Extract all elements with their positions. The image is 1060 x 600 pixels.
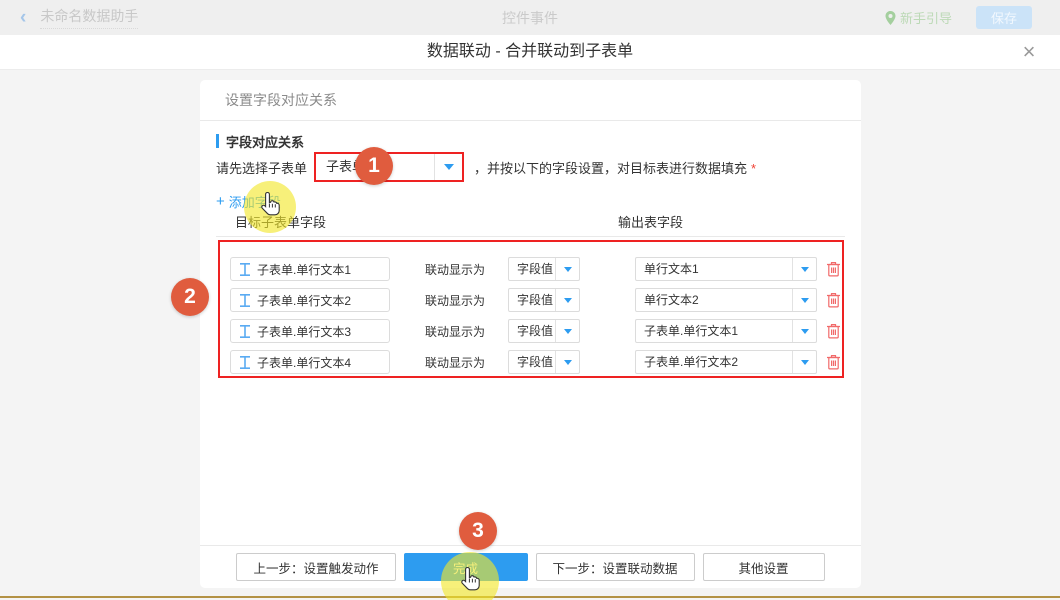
required-asterisk: * — [751, 161, 756, 176]
chevron-down-icon — [792, 351, 816, 373]
add-field-link[interactable]: + 添加字段 — [216, 192, 306, 210]
output-field-select[interactable]: 子表单.单行文本2 — [635, 350, 817, 374]
done-button[interactable]: 完成 — [404, 553, 528, 581]
chevron-down-icon — [555, 351, 579, 373]
chevron-down-icon — [792, 289, 816, 311]
mode-select[interactable]: 字段值 — [508, 319, 580, 343]
output-field-value: 子表单.单行文本2 — [636, 351, 792, 373]
add-field-label: 添加字段 — [229, 192, 281, 211]
relation-label: 联动显示为 — [425, 354, 487, 371]
field-mapping-rows: 子表单.单行文本1 联动显示为 字段值 单行文本1 — [216, 237, 845, 374]
target-field-value: 子表单.单行文本2 — [257, 292, 351, 309]
chevron-down-icon — [555, 258, 579, 280]
field-mapping-row: 子表单.单行文本3 联动显示为 字段值 子表单.单行文本1 — [216, 319, 845, 343]
mode-select[interactable]: 字段值 — [508, 288, 580, 312]
panel-body: 字段对应关系 请先选择子表单 子表单 ，并按以下的字段设置，对目标表进行数据填充… — [200, 121, 861, 545]
guide-link[interactable]: 新手引导 — [885, 8, 952, 27]
mode-select-value: 字段值 — [509, 351, 555, 373]
target-field-value: 子表单.单行文本1 — [257, 261, 351, 278]
trash-icon[interactable] — [826, 323, 841, 339]
save-button[interactable]: 保存 — [976, 6, 1032, 29]
target-field-box[interactable]: 子表单.单行文本4 — [230, 350, 390, 374]
target-field-value: 子表单.单行文本4 — [257, 354, 351, 371]
subform-select-row: 请先选择子表单 子表单 ，并按以下的字段设置，对目标表进行数据填充* — [216, 152, 845, 182]
column-header-target: 目标子表单字段 — [235, 212, 326, 231]
other-settings-button[interactable]: 其他设置 — [703, 553, 825, 581]
text-field-icon — [240, 294, 250, 307]
target-field-value: 子表单.单行文本3 — [257, 323, 351, 340]
output-field-value: 子表单.单行文本1 — [636, 320, 792, 342]
app-title: 未命名数据助手 — [40, 6, 138, 29]
section-title: 字段对应关系 — [216, 133, 845, 149]
mode-select-value: 字段值 — [509, 289, 555, 311]
plus-icon: + — [216, 193, 225, 210]
text-field-icon — [240, 356, 250, 369]
back-chevron-icon[interactable]: ‹ — [20, 8, 26, 27]
section-title-text: 字段对应关系 — [226, 132, 304, 151]
topbar-right: 新手引导 保存 — [885, 6, 1060, 29]
modal-title: 数据联动 - 合并联动到子表单 — [0, 35, 1060, 70]
column-headers: 目标子表单字段 输出表字段 — [216, 212, 845, 237]
chevron-down-icon — [434, 154, 462, 180]
settings-panel: 设置字段对应关系 字段对应关系 请先选择子表单 子表单 ，并按以下的字段设置，对… — [200, 80, 861, 588]
mode-select-value: 字段值 — [509, 320, 555, 342]
output-field-value: 单行文本2 — [636, 289, 792, 311]
relation-label: 联动显示为 — [425, 261, 487, 278]
trash-icon[interactable] — [826, 261, 841, 277]
column-header-output: 输出表字段 — [618, 212, 683, 231]
field-mapping-row: 子表单.单行文本2 联动显示为 字段值 单行文本2 — [216, 288, 845, 312]
target-field-box[interactable]: 子表单.单行文本3 — [230, 319, 390, 343]
output-field-value: 单行文本1 — [636, 258, 792, 280]
field-mapping-row: 子表单.单行文本4 联动显示为 字段值 子表单.单行文本2 — [216, 350, 845, 374]
relation-label: 联动显示为 — [425, 323, 487, 340]
panel-footer: 上一步：设置触发动作 完成 下一步：设置联动数据 其他设置 — [200, 545, 861, 588]
chevron-down-icon — [555, 289, 579, 311]
guide-label: 新手引导 — [900, 8, 952, 27]
modal-header: 数据联动 - 合并联动到子表单 × — [0, 35, 1060, 70]
text-field-icon — [240, 263, 250, 276]
subform-select-label: 请先选择子表单 — [216, 158, 307, 177]
target-field-box[interactable]: 子表单.单行文本2 — [230, 288, 390, 312]
subform-select-hint: ，并按以下的字段设置，对目标表进行数据填充* — [474, 158, 756, 177]
target-field-box[interactable]: 子表单.单行文本1 — [230, 257, 390, 281]
chevron-down-icon — [792, 320, 816, 342]
subform-select-value: 子表单 — [316, 154, 434, 180]
subform-select[interactable]: 子表单 — [314, 152, 464, 182]
panel-header: 设置字段对应关系 — [200, 80, 861, 121]
guide-pin-icon — [885, 11, 896, 25]
prev-step-button[interactable]: 上一步：设置触发动作 — [236, 553, 395, 581]
text-field-icon — [240, 325, 250, 338]
output-field-select[interactable]: 子表单.单行文本1 — [635, 319, 817, 343]
chevron-down-icon — [555, 320, 579, 342]
next-step-button[interactable]: 下一步：设置联动数据 — [536, 553, 695, 581]
relation-label: 联动显示为 — [425, 292, 487, 309]
modal-body: 设置字段对应关系 字段对应关系 请先选择子表单 子表单 ，并按以下的字段设置，对… — [0, 70, 1060, 600]
mode-select[interactable]: 字段值 — [508, 350, 580, 374]
field-mapping-row: 子表单.单行文本1 联动显示为 字段值 单行文本1 — [216, 257, 845, 281]
section-marker — [216, 134, 219, 148]
output-field-select[interactable]: 单行文本2 — [635, 288, 817, 312]
close-icon[interactable]: × — [1016, 39, 1042, 65]
bottom-accent-line — [0, 596, 1060, 598]
mode-select-value: 字段值 — [509, 258, 555, 280]
topbar: ‹ 未命名数据助手 控件事件 新手引导 保存 — [0, 0, 1060, 35]
trash-icon[interactable] — [826, 354, 841, 370]
output-field-select[interactable]: 单行文本1 — [635, 257, 817, 281]
chevron-down-icon — [792, 258, 816, 280]
mode-select[interactable]: 字段值 — [508, 257, 580, 281]
trash-icon[interactable] — [826, 292, 841, 308]
